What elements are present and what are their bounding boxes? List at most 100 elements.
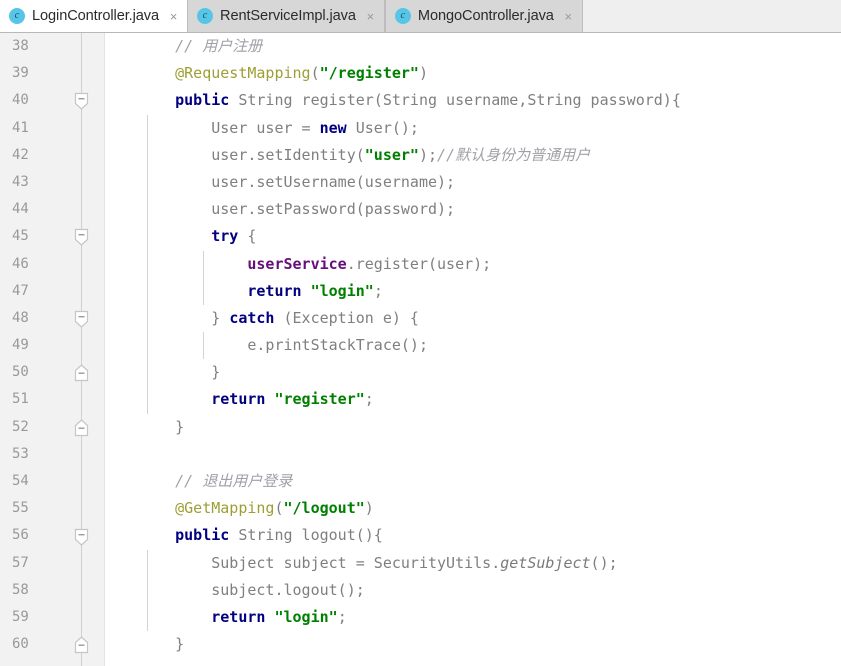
code-token-cmt: //默认身份为普通用户 <box>437 145 591 164</box>
code-token-plain: user.setIdentity( <box>139 145 365 164</box>
code-token-plain: user.setPassword(password); <box>139 200 456 219</box>
code-token-str: "register" <box>274 390 365 409</box>
line-number: 46 <box>12 255 29 272</box>
code-line[interactable]: try { <box>105 223 841 250</box>
code-line[interactable]: user.setIdentity("user");//默认身份为普通用户 <box>105 142 841 169</box>
code-line[interactable]: // 退出用户登录 <box>105 468 841 495</box>
code-token-str: "/logout" <box>283 499 365 518</box>
line-number: 39 <box>12 65 29 82</box>
code-line[interactable]: subject.logout(); <box>105 577 841 604</box>
code-line[interactable]: public String logout(){ <box>105 522 841 549</box>
fold-end-icon[interactable] <box>74 364 89 382</box>
code-line[interactable]: userService.register(user); <box>105 251 841 278</box>
fold-collapse-icon[interactable] <box>74 310 89 328</box>
code-line[interactable]: Subject subject = SecurityUtils.getSubje… <box>105 550 841 577</box>
code-token-kw: return <box>211 607 266 626</box>
editor-tab-3[interactable]: c MongoController.java × <box>384 0 583 32</box>
code-line[interactable]: user.setPassword(password); <box>105 196 841 223</box>
line-number-column: 38 39 40 41 42 43 44 45 46 47 48 49 50 51 52 53 54 55 56 57… <box>0 33 104 658</box>
line-number: 47 <box>12 282 29 299</box>
code-token-punct: ) <box>418 64 428 83</box>
close-icon[interactable]: × <box>563 10 574 23</box>
code-line[interactable]: } <box>105 631 841 658</box>
code-token-str: "login" <box>310 281 374 300</box>
editor-tab-bar: c LoginController.java × c RentServiceImpl.j… <box>0 0 841 33</box>
editor-tab-2[interactable]: c RentServiceImpl.java × <box>187 0 385 32</box>
fold-collapse-icon[interactable] <box>74 92 89 111</box>
tab-bar-empty-area <box>582 0 841 32</box>
code-token-plain: user.setUsername(username); <box>139 172 456 191</box>
code-token-punct: ) <box>364 499 374 518</box>
editor-gutter[interactable]: 38 39 40 41 42 43 44 45 46 47 48 49 50 51 52 53 54 55 56 57… <box>0 33 105 666</box>
fold-collapse-icon[interactable] <box>74 528 89 546</box>
fold-collapse-icon[interactable] <box>74 228 89 247</box>
line-number: 53 <box>12 445 29 462</box>
code-token-plain: } <box>139 635 185 654</box>
code-token-kw: public <box>175 526 230 545</box>
code-token-plain: String register(String username,String p… <box>229 91 681 110</box>
close-icon[interactable]: × <box>365 10 376 23</box>
code-token-str: "/register" <box>319 64 419 83</box>
line-number: 49 <box>12 337 29 354</box>
editor-tab-label: LoginController.java <box>32 8 159 24</box>
code-line[interactable]: } catch (Exception e) { <box>105 305 841 332</box>
fold-end-icon[interactable] <box>74 636 89 654</box>
code-token-plain: .register(user); <box>346 254 492 273</box>
line-number: 42 <box>12 146 29 163</box>
code-token-anno: @GetMapping <box>175 499 275 518</box>
code-token-str: "user" <box>364 145 419 164</box>
code-token-punct: ( <box>310 64 320 83</box>
code-token-plain: { <box>238 227 257 246</box>
close-icon[interactable]: × <box>168 10 179 23</box>
code-token-plain: ); <box>418 145 438 164</box>
code-lines[interactable]: // 用户注册 @RequestMapping("/register") pub… <box>105 33 841 658</box>
code-line[interactable]: return "login"; <box>105 604 841 631</box>
code-line[interactable]: e.printStackTrace(); <box>105 332 841 359</box>
line-number: 41 <box>12 119 29 136</box>
line-number: 57 <box>12 554 29 571</box>
code-token-punct: ( <box>274 499 284 518</box>
fold-end-icon[interactable] <box>74 418 89 437</box>
line-number: 59 <box>12 608 29 625</box>
code-token-plain: String logout(){ <box>229 526 383 545</box>
line-number: 43 <box>12 173 29 190</box>
line-number: 38 <box>12 38 29 54</box>
code-line[interactable]: return "register"; <box>105 386 841 413</box>
code-line[interactable]: } <box>105 414 841 441</box>
code-token-plain: ; <box>337 607 347 626</box>
code-token-plain: } <box>139 363 221 382</box>
java-class-icon: c <box>197 8 213 24</box>
code-line[interactable]: User user = new User(); <box>105 115 841 142</box>
code-editor[interactable]: 38 39 40 41 42 43 44 45 46 47 48 49 50 51 52 53 54 55 56 57… <box>0 33 841 666</box>
code-line[interactable]: @GetMapping("/logout") <box>105 495 841 522</box>
line-number: 54 <box>12 473 29 489</box>
line-number: 44 <box>12 201 29 218</box>
editor-tab-label: RentServiceImpl.java <box>220 8 356 24</box>
java-class-icon: c <box>9 8 25 24</box>
code-line[interactable]: public String register(String username,S… <box>105 87 841 114</box>
code-token-kw: catch <box>229 308 275 327</box>
code-line[interactable]: user.setUsername(username); <box>105 169 841 196</box>
code-line[interactable]: // 用户注册 <box>105 33 841 60</box>
editor-tab-1[interactable]: c LoginController.java × <box>0 0 187 32</box>
code-token-cmt: // 用户注册 <box>175 37 263 55</box>
code-token-anno: @RequestMapping <box>175 64 311 83</box>
code-line[interactable] <box>105 441 841 468</box>
code-area[interactable]: // 用户注册 @RequestMapping("/register") pub… <box>105 33 841 666</box>
code-line[interactable]: } <box>105 359 841 386</box>
code-line[interactable]: return "login"; <box>105 278 841 305</box>
code-line[interactable]: @RequestMapping("/register") <box>105 60 841 87</box>
code-token-kw: new <box>319 118 347 137</box>
code-token-kw: return <box>247 281 302 300</box>
code-token-plain: } <box>139 308 230 327</box>
